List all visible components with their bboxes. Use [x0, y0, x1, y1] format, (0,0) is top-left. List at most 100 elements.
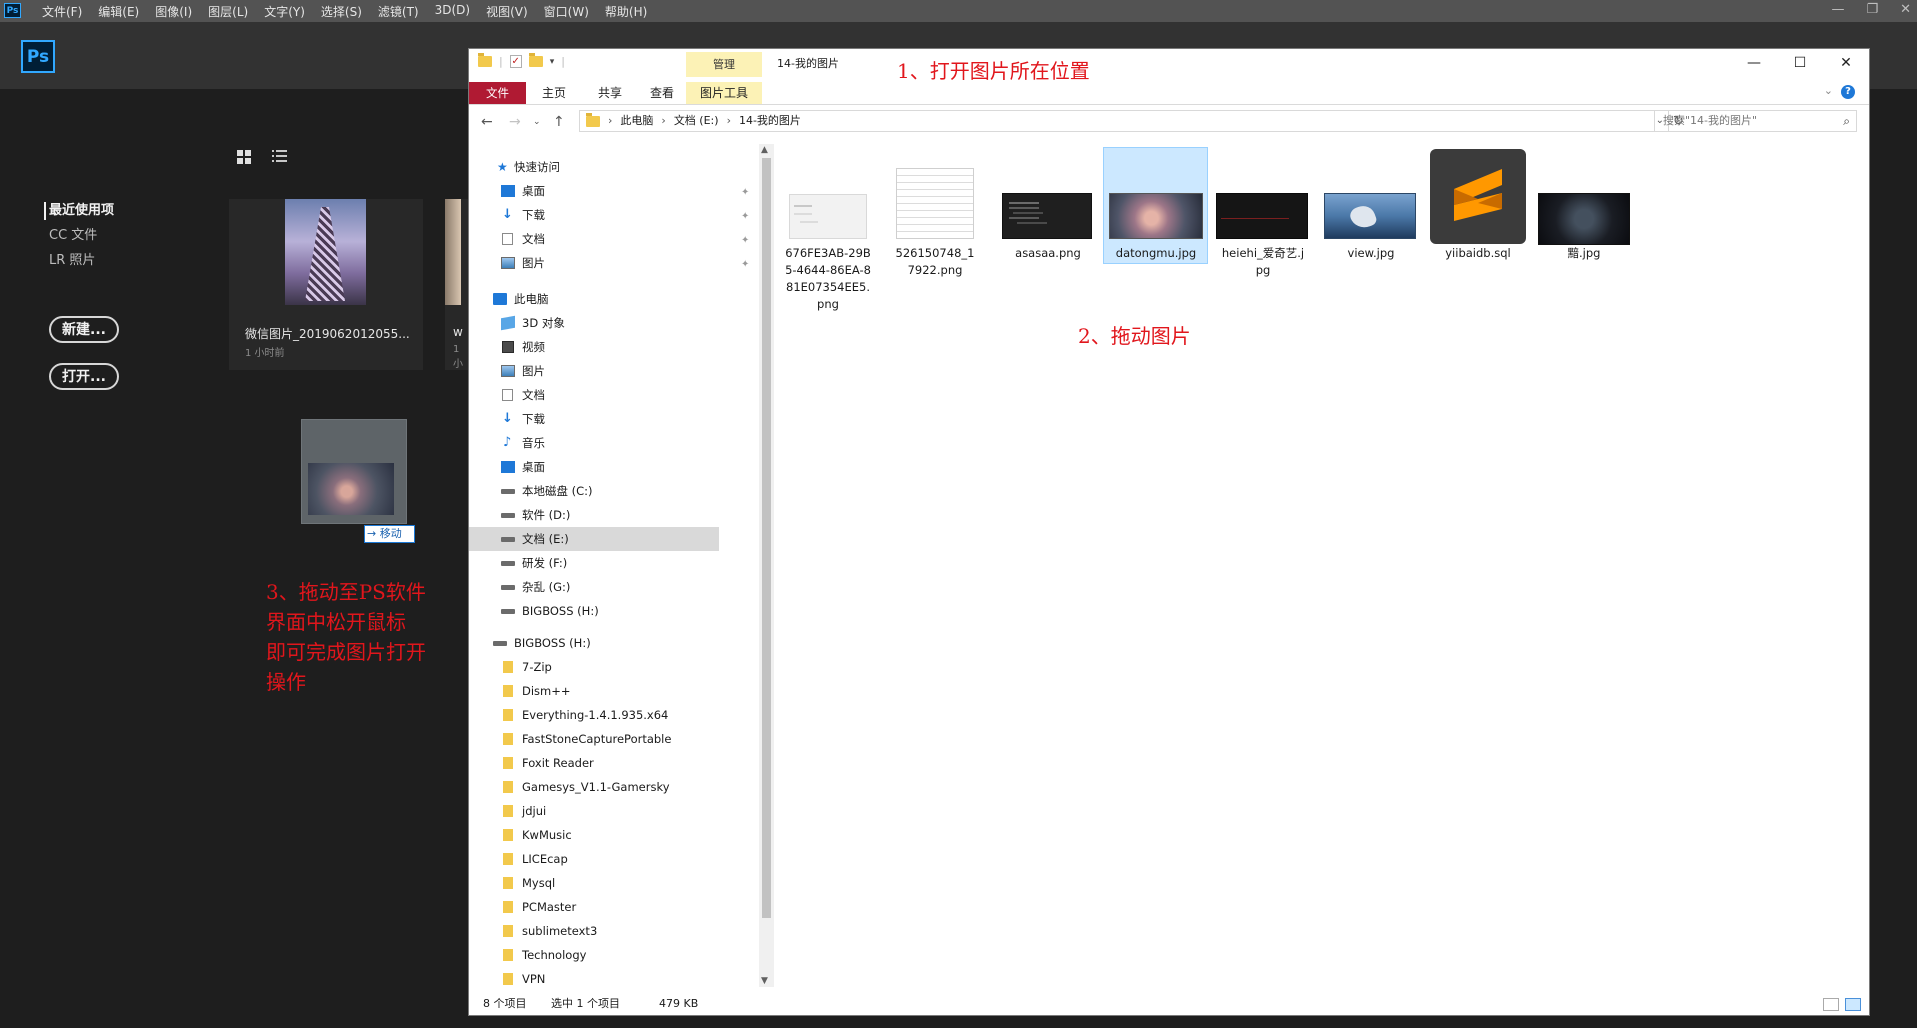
chevron-right-icon[interactable]: › [727, 111, 731, 131]
up-arrow-icon[interactable]: ↑ [553, 114, 565, 130]
menu-select[interactable]: 选择(S) [321, 3, 362, 20]
tab-file[interactable]: 文件 [469, 82, 526, 104]
nav-documents-pinned[interactable]: 文档 [469, 227, 719, 251]
nav-pane-scrollbar[interactable]: ▲ ▼ [759, 144, 774, 987]
recent-file-card[interactable]: 微信图片_2019062012055... 1 小时前 [229, 199, 423, 370]
close-icon[interactable]: ✕ [1900, 0, 1911, 20]
nav-folder[interactable]: VPN [469, 967, 719, 987]
menu-view[interactable]: 视图(V) [486, 3, 528, 20]
nav-pictures[interactable]: 图片 [469, 359, 719, 383]
scroll-down-icon[interactable]: ▼ [761, 976, 768, 986]
breadcrumb-item[interactable]: 文档 (E:) [674, 111, 719, 131]
grid-view-icon[interactable] [237, 150, 251, 164]
star-icon: ★ [497, 160, 508, 174]
address-bar[interactable]: › 此电脑 › 文档 (E:) › 14-我的图片 ⌄ [579, 110, 1669, 132]
nav-drive-g[interactable]: 杂乱 (G:) [469, 575, 719, 599]
menu-edit[interactable]: 编辑(E) [98, 3, 139, 20]
manage-context-header[interactable]: 管理 [686, 52, 762, 77]
chevron-right-icon[interactable]: › [661, 111, 665, 131]
nav-pictures-pinned[interactable]: 图片 [469, 251, 719, 275]
nav-quick-access[interactable]: ★ 快速访问 [469, 155, 719, 179]
nav-folder[interactable]: KwMusic [469, 823, 719, 847]
chevron-right-icon[interactable]: › [608, 111, 612, 131]
restore-icon[interactable]: ❐ [1866, 0, 1878, 20]
pin-icon[interactable]: ✦ [741, 259, 749, 270]
details-view-icon[interactable] [1823, 998, 1839, 1011]
desktop-icon [501, 461, 515, 473]
nav-drive-e[interactable]: 文档 (E:) [469, 527, 719, 551]
nav-folder[interactable]: LICEcap [469, 847, 719, 871]
breadcrumb-item[interactable]: 14-我的图片 [739, 111, 801, 131]
nav-3d-objects[interactable]: 3D 对象 [469, 311, 719, 335]
nav-music[interactable]: ♪ 音乐 [469, 431, 719, 455]
3d-objects-icon [501, 315, 515, 331]
tab-picture-tools[interactable]: 图片工具 [686, 82, 762, 104]
properties-icon[interactable]: ✓ [509, 55, 522, 68]
new-folder-icon[interactable] [528, 53, 543, 67]
nav-folder[interactable]: Technology [469, 943, 719, 967]
nav-recent[interactable]: 最近使用项 [43, 201, 114, 226]
nav-folder[interactable]: 7-Zip [469, 655, 719, 679]
nav-drive-h-root[interactable]: BIGBOSS (H:) [469, 631, 719, 655]
tab-share[interactable]: 共享 [582, 82, 638, 104]
nav-drive-c[interactable]: 本地磁盘 (C:) [469, 479, 719, 503]
scroll-up-icon[interactable]: ▲ [761, 145, 768, 155]
pin-icon[interactable]: ✦ [741, 235, 749, 246]
scrollbar-thumb[interactable] [762, 158, 771, 918]
nav-folder[interactable]: jdjui [469, 799, 719, 823]
nav-desktop[interactable]: 桌面 [469, 455, 719, 479]
close-icon[interactable]: ✕ [1823, 49, 1869, 79]
menu-filter[interactable]: 滤镜(T) [378, 3, 419, 20]
menu-3d[interactable]: 3D(D) [435, 3, 470, 20]
new-button[interactable]: 新建... [49, 316, 119, 343]
breadcrumb-item[interactable]: 此电脑 [620, 111, 653, 131]
nav-folder[interactable]: sublimetext3 [469, 919, 719, 943]
recent-locations-icon[interactable]: ⌄ [533, 117, 541, 127]
ps-home-logo[interactable]: Ps [21, 40, 55, 73]
nav-downloads[interactable]: ↓ 下载 [469, 407, 719, 431]
menu-file[interactable]: 文件(F) [42, 3, 82, 20]
maximize-icon[interactable]: ☐ [1777, 49, 1823, 79]
nav-videos[interactable]: 视频 [469, 335, 719, 359]
nav-downloads-pinned[interactable]: ↓ 下载 [469, 203, 719, 227]
nav-drive-h[interactable]: BIGBOSS (H:) [469, 599, 719, 623]
ribbon-collapse-icon[interactable]: ⌄ [1824, 84, 1833, 97]
nav-lr-photos[interactable]: LR 照片 [49, 251, 114, 276]
nav-desktop-pinned[interactable]: 桌面 [469, 179, 719, 203]
recent-file-card[interactable]: w 1 小 [445, 199, 470, 370]
nav-folder[interactable]: Foxit Reader [469, 751, 719, 775]
search-input[interactable]: 搜索"14-我的图片" ⌕ [1654, 110, 1857, 132]
customize-qat-icon[interactable]: ▾ [550, 57, 555, 67]
menu-layer[interactable]: 图层(L) [208, 3, 248, 20]
nav-folder[interactable]: Dism++ [469, 679, 719, 703]
nav-folder[interactable]: Everything-1.4.1.935.x64 [469, 703, 719, 727]
large-icons-view-icon[interactable] [1845, 998, 1861, 1011]
nav-drive-d[interactable]: 软件 (D:) [469, 503, 719, 527]
nav-documents[interactable]: 文档 [469, 383, 719, 407]
back-arrow-icon[interactable]: ← [481, 114, 493, 130]
file-thumbnail [789, 194, 867, 239]
nav-folder[interactable]: PCMaster [469, 895, 719, 919]
open-button[interactable]: 打开... [49, 363, 119, 390]
nav-drive-f[interactable]: 研发 (F:) [469, 551, 719, 575]
forward-arrow-icon[interactable]: → [509, 114, 521, 130]
menu-image[interactable]: 图像(I) [155, 3, 192, 20]
nav-folder[interactable]: FastStoneCapturePortable [469, 727, 719, 751]
search-icon[interactable]: ⌕ [1843, 111, 1850, 131]
nav-folder[interactable]: Gamesys_V1.1-Gamersky [469, 775, 719, 799]
nav-this-pc[interactable]: 此电脑 [469, 287, 719, 311]
pin-icon[interactable]: ✦ [741, 211, 749, 222]
menu-window[interactable]: 窗口(W) [544, 3, 589, 20]
menu-help[interactable]: 帮助(H) [605, 3, 647, 20]
nav-label: BIGBOSS (H:) [522, 604, 599, 618]
help-icon[interactable]: ? [1841, 85, 1855, 99]
pin-icon[interactable]: ✦ [741, 187, 749, 198]
minimize-icon[interactable]: — [1731, 49, 1777, 79]
tab-home[interactable]: 主页 [526, 82, 582, 104]
menu-type[interactable]: 文字(Y) [264, 3, 305, 20]
list-view-icon[interactable] [272, 150, 287, 164]
nav-cc-files[interactable]: CC 文件 [49, 226, 114, 251]
minimize-icon[interactable]: — [1831, 0, 1844, 20]
tab-view[interactable]: 查看 [638, 82, 686, 104]
nav-folder[interactable]: Mysql [469, 871, 719, 895]
